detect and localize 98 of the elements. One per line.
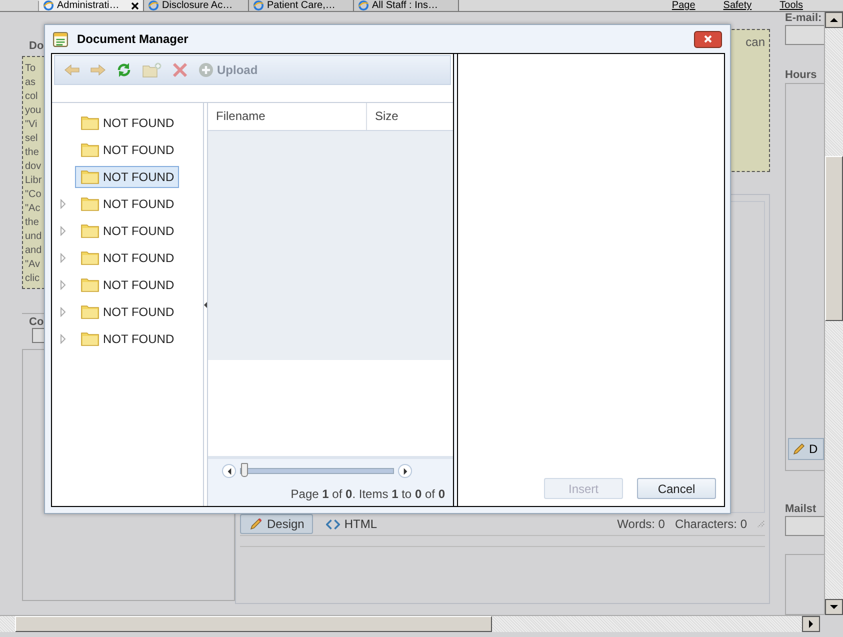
window-title: Document Manager	[77, 32, 188, 46]
close-button[interactable]	[694, 30, 722, 48]
note-text: and	[25, 244, 42, 258]
globe-icon	[253, 0, 264, 11]
expand-icon[interactable]	[60, 198, 66, 208]
arrow-left-icon	[64, 62, 80, 78]
folder-plus-icon	[142, 62, 162, 78]
note-text: you	[25, 104, 42, 118]
tree-item[interactable]: NOT FOUND	[75, 246, 180, 268]
resize-grip-icon[interactable]	[757, 520, 765, 528]
pencil-icon	[792, 442, 806, 456]
triangle-right-icon	[402, 468, 408, 474]
tree-item[interactable]: NOT FOUND	[75, 138, 180, 160]
input-field[interactable]	[785, 25, 824, 45]
expand-icon[interactable]	[60, 306, 66, 316]
triangle-up-icon	[830, 17, 838, 23]
note-text: "Vi	[25, 118, 38, 132]
note-text: dov	[25, 160, 42, 174]
folder-icon	[81, 116, 99, 130]
folder-icon	[81, 250, 99, 264]
expand-icon[interactable]	[60, 226, 66, 236]
tree-item[interactable]: NOT FOUND	[75, 192, 180, 214]
folder-icon	[81, 170, 99, 184]
column-header[interactable]: Size	[367, 103, 453, 130]
note-text: clic	[25, 272, 40, 286]
scroll-thumb[interactable]	[15, 616, 492, 632]
folder-icon	[81, 224, 99, 238]
section-heading: Do	[28, 40, 44, 52]
folder-icon	[81, 304, 99, 318]
mode-tab[interactable]: HTML	[317, 514, 386, 534]
note-text: the	[25, 216, 39, 230]
triangle-right-icon	[808, 620, 814, 628]
column-header[interactable]: Filename	[208, 103, 367, 130]
close-icon	[703, 34, 713, 44]
mode-tab[interactable]: Design	[240, 514, 314, 534]
vertical-scrollbar[interactable]	[824, 12, 843, 615]
field-label: Mailst	[785, 503, 816, 516]
tree-item[interactable]: NOT FOUND	[75, 328, 180, 350]
note-text: und	[25, 230, 42, 244]
note-text: "Av	[25, 258, 40, 272]
note-text: "Co	[25, 188, 42, 202]
slider-right-button[interactable]	[398, 464, 412, 478]
scroll-thumb[interactable]	[825, 156, 843, 321]
browser-tab[interactable]: Patient Care,…	[249, 0, 354, 11]
dialog-button[interactable]: Cancel	[637, 478, 716, 499]
note-text: To	[25, 62, 36, 76]
refresh-icon	[116, 62, 132, 78]
character-count: Characters: 0	[674, 517, 747, 531]
tree-item[interactable]: NOT FOUND	[75, 300, 180, 322]
tree-item[interactable]: NOT FOUND	[75, 166, 180, 188]
input-field[interactable]	[785, 516, 824, 536]
tree-item[interactable]: NOT FOUND	[75, 112, 180, 134]
note-text: Libr	[25, 174, 42, 188]
note-text: can	[746, 35, 765, 49]
slider-thumb[interactable]	[241, 463, 248, 477]
menu-item[interactable]: Tools	[780, 0, 803, 11]
menu-item[interactable]: Safety	[723, 0, 752, 11]
scroll-down-button[interactable]	[825, 599, 843, 615]
menu-item[interactable]: Page	[672, 0, 696, 11]
globe-icon	[43, 0, 54, 11]
expand-icon[interactable]	[60, 334, 66, 344]
note-text: as	[25, 76, 36, 90]
code-icon	[326, 518, 340, 530]
plus-circle-icon	[198, 62, 214, 78]
arrow-right-icon	[90, 62, 106, 78]
browser-tab[interactable]: Disclosure Ac…	[144, 0, 249, 11]
scroll-right-button[interactable]	[802, 616, 820, 632]
tree-item[interactable]: NOT FOUND	[75, 220, 180, 242]
cut-off-tab[interactable]: D	[788, 438, 824, 460]
horizontal-scrollbar[interactable]	[0, 615, 820, 632]
folder-icon	[81, 196, 99, 210]
globe-icon	[148, 0, 159, 11]
close-icon[interactable]	[131, 2, 139, 10]
tree-item[interactable]: NOT FOUND	[75, 274, 180, 296]
field-label: Co	[28, 316, 44, 328]
folder-icon	[81, 332, 99, 346]
scroll-up-button[interactable]	[825, 12, 843, 28]
note-text: the	[25, 146, 39, 160]
note-text: "Ac	[25, 202, 40, 216]
folder-icon	[81, 142, 99, 156]
browser-tab[interactable]: All Staff : Ins…	[354, 0, 459, 11]
delete-icon	[172, 62, 188, 78]
pager-text: Page 1 of 0. Items 1 to 0 of 0	[290, 487, 445, 501]
word-count: Words: 0	[617, 517, 665, 531]
document-icon	[52, 30, 69, 48]
triangle-down-icon	[830, 604, 838, 610]
globe-icon	[358, 0, 369, 11]
note-text: col	[25, 90, 38, 104]
field-label: E-mail:	[785, 12, 822, 24]
pencil-icon	[249, 517, 263, 531]
slider-left-button[interactable]	[222, 464, 236, 478]
triangle-left-icon	[226, 468, 232, 474]
note-text: sel	[25, 132, 38, 146]
expand-icon[interactable]	[60, 252, 66, 262]
expand-icon[interactable]	[60, 280, 66, 290]
field-label: Hours	[785, 68, 817, 81]
browser-tab[interactable]: Administrati…	[39, 0, 144, 11]
folder-icon	[81, 278, 99, 292]
